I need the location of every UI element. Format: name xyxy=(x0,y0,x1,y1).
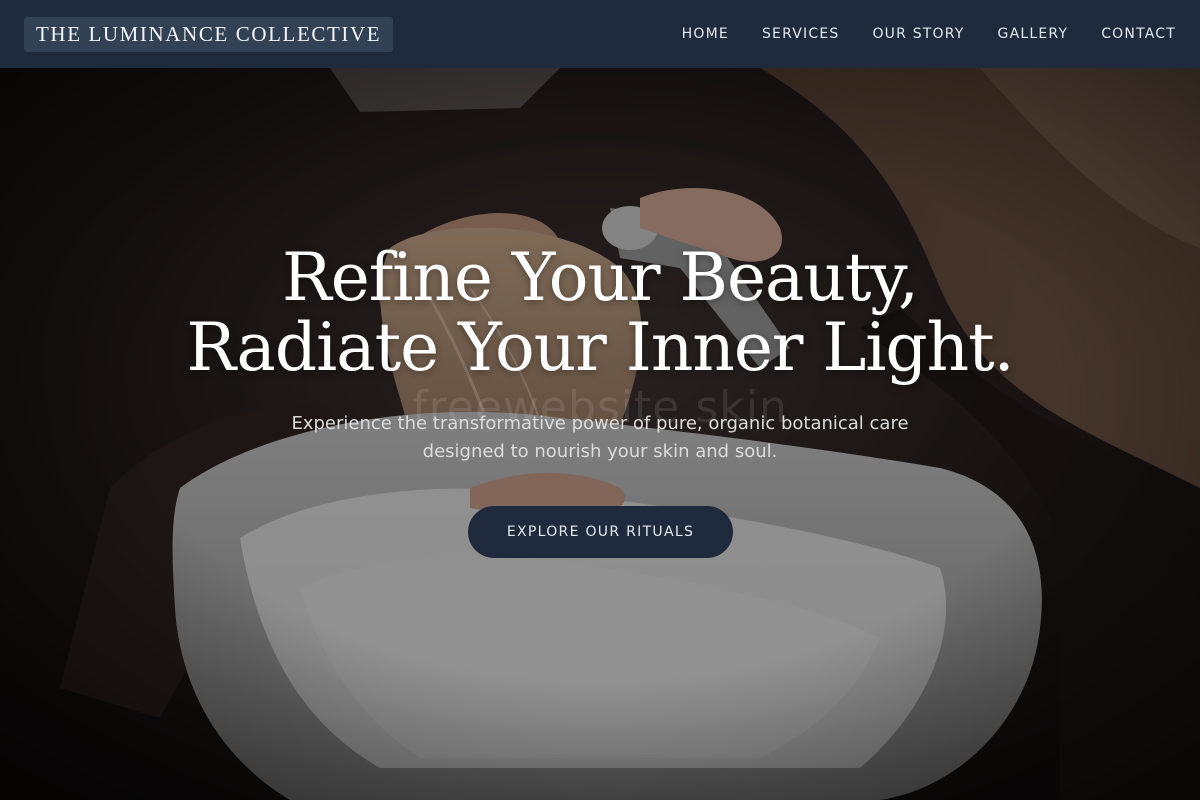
hero-title-line-1: Refine Your Beauty, xyxy=(282,239,919,316)
hero-title: Refine Your Beauty, Radiate Your Inner L… xyxy=(0,243,1200,383)
nav-link-gallery[interactable]: GALLERY xyxy=(998,26,1069,42)
main-nav: HOME SERVICES OUR STORY GALLERY CONTACT xyxy=(682,26,1176,42)
site-logo[interactable]: THE LUMINANCE COLLECTIVE xyxy=(24,16,394,52)
explore-rituals-button[interactable]: EXPLORE OUR RITUALS xyxy=(468,506,733,558)
hero-subtitle: Experience the transformative power of p… xyxy=(250,410,950,466)
nav-link-services[interactable]: SERVICES xyxy=(762,26,840,42)
nav-link-contact[interactable]: CONTACT xyxy=(1101,26,1176,42)
nav-link-our-story[interactable]: OUR STORY xyxy=(872,26,964,42)
hero-title-line-2: Radiate Your Inner Light. xyxy=(186,309,1014,386)
hero-content: Refine Your Beauty, Radiate Your Inner L… xyxy=(0,68,1200,800)
site-header: THE LUMINANCE COLLECTIVE HOME SERVICES O… xyxy=(0,0,1200,68)
hero-subtitle-line-2: designed to nourish your skin and soul. xyxy=(422,441,778,462)
nav-link-home[interactable]: HOME xyxy=(682,26,729,42)
hero-subtitle-line-1: Experience the transformative power of p… xyxy=(291,413,909,434)
hero-section: Refine Your Beauty, Radiate Your Inner L… xyxy=(0,68,1200,800)
